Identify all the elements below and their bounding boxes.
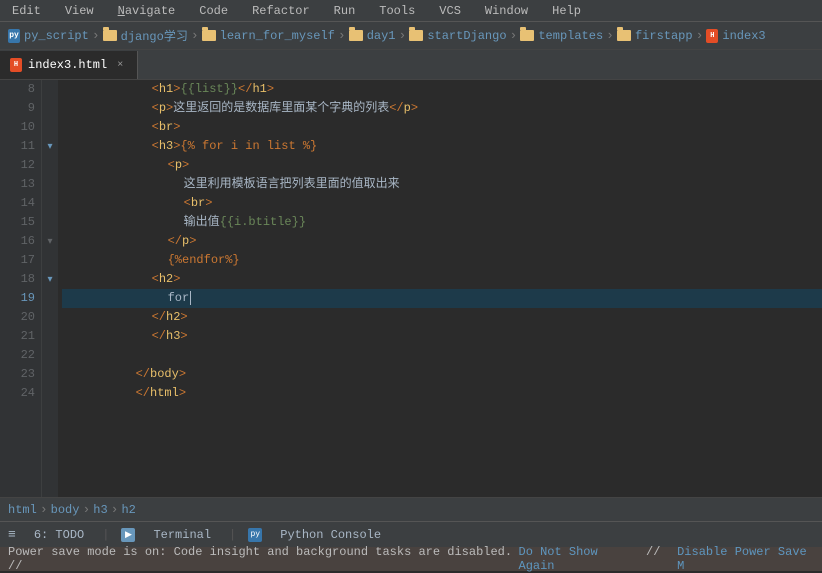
bottom-bc-item-h3[interactable]: h3 [93, 503, 107, 517]
line-numbers: 8 9 10 11 12 13 14 15 16 17 18 19 20 21 … [0, 80, 42, 497]
editor-area: 8 9 10 11 12 13 14 15 16 17 18 19 20 21 … [0, 80, 822, 497]
status-sep2: | [229, 528, 236, 542]
bc-item-firstapp[interactable]: firstapp [635, 29, 693, 43]
code-line-24: </html> [62, 384, 822, 403]
menu-item-code[interactable]: Code [195, 2, 232, 20]
python-console-icon: py [248, 528, 262, 542]
fold-marker-12 [42, 156, 58, 175]
fold-marker-22 [42, 346, 58, 365]
bc-sep2: › [191, 28, 199, 43]
fold-marker-20 [42, 308, 58, 327]
menu-item-window[interactable]: Window [481, 2, 532, 20]
bottom-bc-sep3: › [111, 502, 119, 517]
bc-py-icon: py [8, 29, 20, 43]
bottom-breadcrumb: html › body › h3 › h2 [0, 497, 822, 521]
status-bar: ≡ 6: TODO | ▶ Terminal | py Python Conso… [0, 521, 822, 547]
fold-marker-18[interactable]: ▾ [42, 270, 58, 289]
fold-marker-19 [42, 289, 58, 308]
fold-marker-23 [42, 365, 58, 384]
bc-html-icon: H [706, 29, 718, 43]
fold-marker-21 [42, 327, 58, 346]
menu-bar: Edit View Navigate Code Refactor Run Too… [0, 0, 822, 22]
menu-item-vcs[interactable]: VCS [435, 2, 465, 20]
tab-close-button[interactable]: × [113, 58, 127, 72]
fold-marker-10 [42, 118, 58, 137]
bc-folder-icon-3 [349, 30, 363, 41]
bc-folder-icon-2 [202, 30, 216, 41]
bc-sep5: › [510, 28, 518, 43]
bc-item-learn[interactable]: learn_for_myself [220, 29, 335, 43]
menu-item-refactor[interactable]: Refactor [248, 2, 314, 20]
bc-item-django[interactable]: django学习 [121, 27, 188, 44]
disable-power-save-link[interactable]: Disable Power Save M [677, 545, 814, 573]
bottom-bc-sep2: › [82, 502, 90, 517]
bc-folder-icon-4 [409, 30, 423, 41]
bc-item-startdjango[interactable]: startDjango [427, 29, 506, 43]
status-list-icon: ≡ [8, 527, 16, 542]
bc-item-templates[interactable]: templates [538, 29, 603, 43]
status-terminal[interactable]: Terminal [147, 526, 217, 544]
fold-marker-9 [42, 99, 58, 118]
bc-sep3: › [338, 28, 346, 43]
bc-folder-icon-5 [520, 30, 534, 41]
bc-item-py-script[interactable]: py_script [24, 29, 89, 43]
bottom-bc-item-h2[interactable]: h2 [121, 503, 135, 517]
do-not-show-link[interactable]: Do Not Show Again [519, 545, 635, 573]
bc-sep7: › [696, 28, 704, 43]
bottom-bc-item-html[interactable]: html [8, 503, 37, 517]
menu-item-run[interactable]: Run [330, 2, 360, 20]
fold-marker-8 [42, 80, 58, 99]
bc-sep4: › [399, 28, 407, 43]
bc-item-index3[interactable]: index3 [722, 29, 765, 43]
terminal-icon: ▶ [121, 528, 135, 542]
tab-bar: H index3.html × [0, 50, 822, 80]
fold-gutter: ▾ ▾ ▾ [42, 80, 58, 497]
tab-label: index3.html [28, 58, 107, 72]
fold-marker-16[interactable]: ▾ [42, 232, 58, 251]
tab-html-icon: H [10, 58, 22, 72]
fold-marker-11[interactable]: ▾ [42, 137, 58, 156]
bc-sep6: › [606, 28, 614, 43]
bc-folder-icon-6 [617, 30, 631, 41]
tab-index3[interactable]: H index3.html × [0, 51, 138, 79]
bc-folder-icon-1 [103, 30, 117, 41]
menu-item-view[interactable]: View [61, 2, 98, 20]
status-sep1: | [102, 528, 109, 542]
code-content[interactable]: <h1>{{list}}</h1> <p>这里返回的是数据库里面某个字典的列表<… [58, 80, 822, 497]
text-cursor [190, 291, 191, 305]
bc-item-day1[interactable]: day1 [367, 29, 396, 43]
bc-sep1: › [92, 28, 100, 43]
fold-marker-24 [42, 384, 58, 403]
code-line-21: </h3> [62, 327, 822, 346]
status-python-console[interactable]: Python Console [274, 526, 387, 544]
menu-item-help[interactable]: Help [548, 2, 585, 20]
bottom-bc-sep1: › [40, 502, 48, 517]
fold-marker-13 [42, 175, 58, 194]
fold-marker-15 [42, 213, 58, 232]
menu-item-tools[interactable]: Tools [375, 2, 419, 20]
top-breadcrumb: py py_script › django学习 › learn_for_myse… [0, 22, 822, 50]
power-save-banner: Power save mode is on: Code insight and … [0, 547, 822, 571]
fold-marker-17 [42, 251, 58, 270]
menu-item-navigate[interactable]: Navigate [114, 2, 180, 20]
power-save-message: Power save mode is on: Code insight and … [8, 545, 515, 573]
status-todo[interactable]: 6: TODO [28, 526, 90, 544]
fold-marker-14 [42, 194, 58, 213]
menu-item-edit[interactable]: Edit [8, 2, 45, 20]
bottom-bc-item-body[interactable]: body [51, 503, 80, 517]
